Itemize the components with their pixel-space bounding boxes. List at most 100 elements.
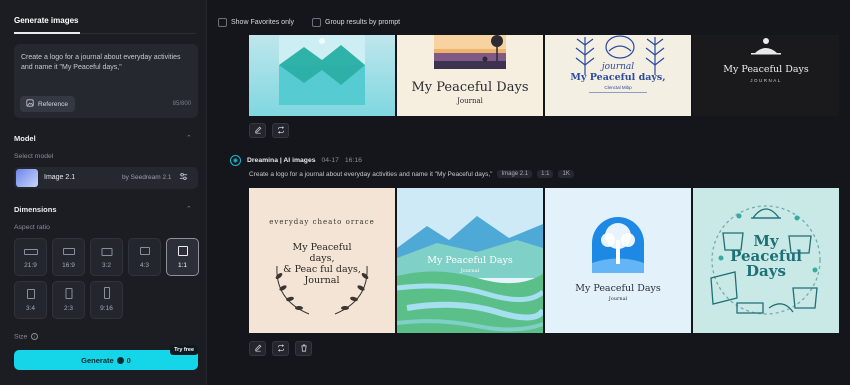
logo-subtitle: JOURNAL [750, 78, 782, 83]
logo-subtitle: Journal [460, 268, 480, 274]
generate-button[interactable]: Generate 0 Try free [14, 345, 198, 370]
ratio-label: 16:9 [62, 262, 75, 269]
reference-button[interactable]: Reference [20, 96, 75, 112]
app-window: Generate images Create a logo for a jour… [0, 0, 850, 385]
ratio-chip: 1:1 [537, 170, 554, 178]
sidebar: Generate images Create a logo for a jour… [0, 0, 207, 385]
ratio-label: 21:9 [24, 262, 37, 269]
show-favorites-toggle[interactable]: Show Favorites only [218, 17, 295, 27]
delete-button[interactable] [295, 341, 312, 356]
pencil-icon [254, 344, 262, 354]
result-image[interactable] [249, 35, 395, 116]
ratio-label: 4:3 [139, 262, 150, 269]
model-name: Image 2.1 [44, 174, 76, 181]
chevron-up-icon[interactable]: ⌃ [186, 205, 192, 213]
logo-line: Journal [304, 275, 340, 286]
result-image[interactable]: My Peaceful Days Journal [397, 188, 543, 333]
group-results-label: Group results by prompt [325, 18, 401, 26]
ratio-2-3[interactable]: 2:3 [52, 281, 85, 319]
logo-title: My Peaceful Days [723, 64, 809, 75]
size-label: Size i [14, 333, 39, 341]
edit-button[interactable] [249, 341, 266, 356]
generation-prompt[interactable]: Create a logo for a journal about everyd… [249, 171, 492, 178]
generation-header: ◉ Dreamina | AI images 04-17 16:16 [230, 153, 362, 167]
divider [589, 92, 647, 93]
ratio-label: 3:2 [101, 262, 112, 269]
logo-title: My Peaceful days, & Peac ful days, Journ… [249, 242, 395, 286]
model-chip: Image 2.1 [497, 170, 533, 178]
checkbox[interactable] [312, 17, 322, 27]
model-provider: by Seedream 2.1 [122, 174, 172, 181]
ratio-1-1[interactable]: 1:1 [166, 238, 199, 276]
result-image[interactable]: My Peaceful Days Journal [397, 35, 543, 116]
dreamina-icon: ◉ [230, 154, 241, 166]
tab-active-indicator [14, 32, 80, 34]
ratio-16-9[interactable]: 16:9 [52, 238, 85, 276]
size-label-text: Size [14, 333, 28, 341]
sliders-icon[interactable] [179, 172, 188, 183]
logo-title: My Peaceful Days [693, 234, 839, 279]
credit-icon [116, 356, 124, 364]
generate-cost: 0 [126, 355, 131, 365]
logo-subtitle: Journal [457, 97, 483, 105]
ratio-shape [101, 248, 112, 256]
prompt-text[interactable]: Create a logo for a journal about everyd… [21, 53, 193, 73]
result-image[interactable]: journal My Peaceful days, Clenctal Mibp [545, 35, 691, 116]
model-section-title: Model [14, 134, 36, 143]
show-favorites-label: Show Favorites only [231, 18, 295, 26]
group-results-toggle[interactable]: Group results by prompt [312, 17, 401, 27]
checkbox[interactable] [218, 17, 227, 27]
logo-subtitle: Journal [608, 296, 628, 302]
generation-date: 04-17 [321, 156, 339, 164]
result-image[interactable]: My Peaceful Days [693, 188, 839, 333]
result-image[interactable]: everyday cheato orrace My Peaceful days,… [249, 188, 395, 333]
model-selector[interactable]: Image 2.1 by Seedream 2.1 [14, 167, 198, 189]
aspect-ratio-label: Aspect ratio [14, 224, 50, 231]
logo-arc-text: everyday cheato orrace [269, 218, 375, 226]
ratio-shape [139, 247, 150, 255]
ratio-label: 1:1 [177, 262, 188, 269]
prompt-input[interactable]: Create a logo for a journal about everyd… [14, 44, 198, 118]
model-thumbnail [16, 169, 38, 187]
ratio-4-3[interactable]: 4:3 [128, 238, 161, 276]
trash-icon [300, 344, 308, 354]
logo-line: Days [746, 262, 786, 280]
ratio-3-2[interactable]: 3:2 [90, 238, 123, 276]
reference-label: Reference [38, 100, 68, 108]
select-model-label: Select model [14, 153, 54, 160]
ratio-label: 2:3 [63, 305, 74, 312]
repeat-icon [277, 125, 285, 136]
repeat-icon [277, 343, 285, 354]
logo-title: My Peaceful Days [575, 283, 661, 294]
ratio-label: 9:16 [100, 305, 113, 312]
pencil-icon [254, 126, 262, 136]
ratio-shape [65, 288, 72, 299]
ratio-shape [177, 246, 188, 256]
ratio-21-9[interactable]: 21:9 [14, 238, 47, 276]
info-icon[interactable]: i [31, 333, 39, 340]
tab-generate-images[interactable]: Generate images [14, 16, 78, 25]
resolution-chip: 1K [558, 170, 574, 178]
logo-title-small: journal [601, 62, 635, 72]
logo-subtitle: Clenctal Mibp [604, 85, 632, 90]
generation-prompt-row: Create a logo for a journal about everyd… [249, 168, 574, 180]
logo-title: My Peaceful Days [411, 80, 529, 95]
ratio-shape [103, 287, 110, 299]
regenerate-button[interactable] [272, 123, 289, 138]
ratio-9-16[interactable]: 9:16 [90, 281, 123, 319]
logo-line: & Peac ful days, [283, 264, 361, 275]
result-image[interactable]: My Peaceful Days JOURNAL [693, 35, 839, 116]
generation-source: Dreamina | AI images [247, 156, 316, 164]
regenerate-button[interactable] [272, 341, 289, 356]
filter-bar: Show Favorites only Group results by pro… [218, 12, 410, 32]
result-image[interactable]: My Peaceful Days Journal [545, 188, 691, 333]
try-free-badge: Try free [170, 345, 198, 355]
image-icon [26, 99, 34, 109]
logo-line: days, [309, 253, 335, 264]
ratio-3-4[interactable]: 3:4 [14, 281, 47, 319]
ratio-shape [62, 248, 75, 255]
edit-button[interactable] [249, 123, 266, 138]
generate-label: Generate [81, 355, 114, 365]
chevron-up-icon[interactable]: ⌃ [186, 134, 192, 142]
logo-line: My Peaceful [292, 242, 352, 253]
